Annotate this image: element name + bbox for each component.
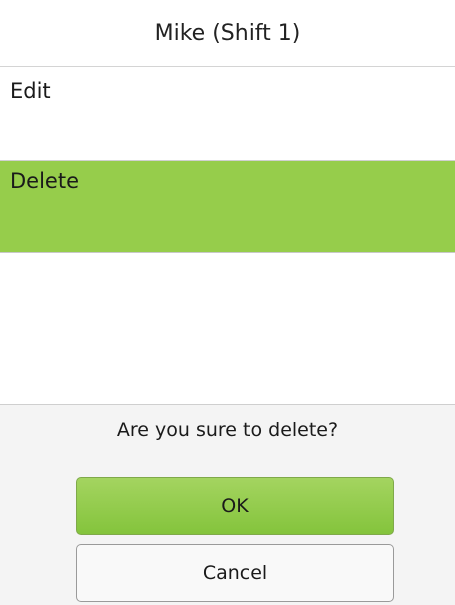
page-title: Mike (Shift 1) [154, 20, 301, 46]
menu-item-label: Delete [10, 169, 79, 193]
menu-item-label: Edit [10, 79, 51, 103]
cancel-button[interactable]: Cancel [76, 544, 394, 602]
cancel-button-label: Cancel [202, 562, 268, 584]
ok-button[interactable]: OK [76, 477, 394, 535]
ok-button-label: OK [221, 495, 249, 517]
menu-item-edit[interactable]: Edit [0, 66, 455, 160]
option-menu: Edit Delete [0, 66, 455, 404]
dialog-message: Are you sure to delete? [116, 419, 339, 441]
device-screen: Mike (Shift 1) Edit Delete Are you sure … [0, 0, 455, 605]
menu-item-delete[interactable]: Delete [0, 160, 455, 253]
confirm-dialog: Are you sure to delete? OK Cancel [0, 404, 455, 605]
